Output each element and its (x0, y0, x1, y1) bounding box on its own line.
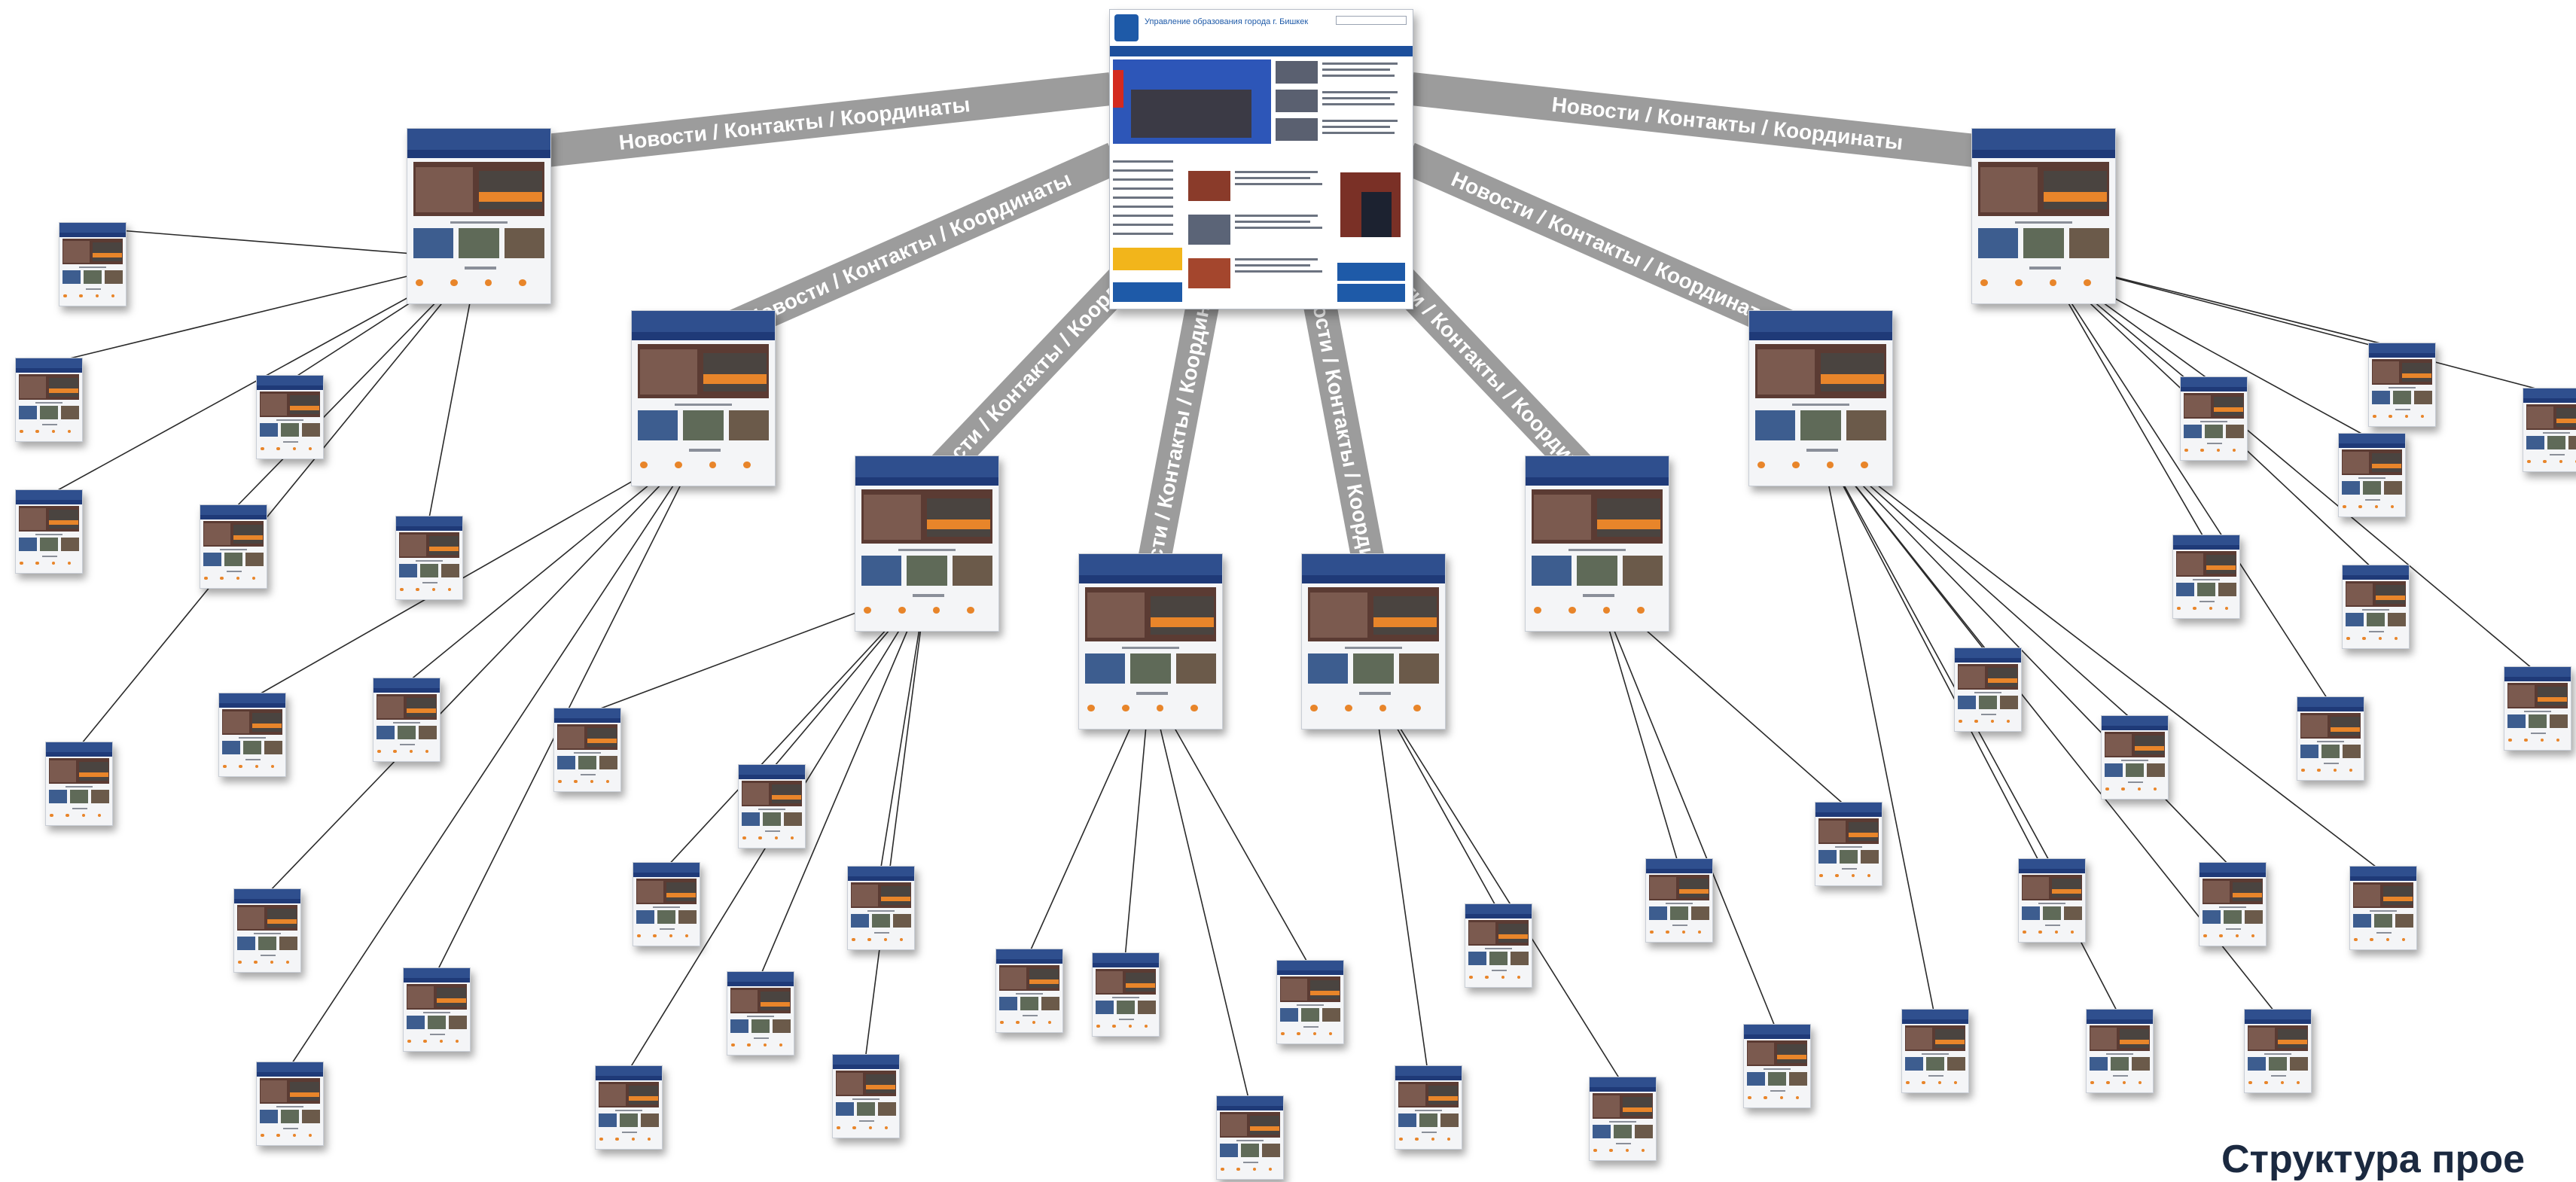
leaf-page-thumbnail[interactable] (595, 1065, 663, 1150)
leaf-page-thumbnail[interactable] (373, 678, 441, 762)
side-banner[interactable] (1337, 284, 1405, 302)
connector-line (1596, 586, 1777, 1031)
section-page-thumbnail[interactable] (855, 455, 999, 632)
section-page-thumbnail[interactable] (631, 310, 776, 486)
leaf-page-thumbnail[interactable] (15, 489, 83, 574)
leaf-page-thumbnail[interactable] (15, 358, 83, 442)
news-thumb[interactable] (1188, 215, 1230, 245)
flag-icon (1113, 70, 1123, 108)
news-item[interactable] (1276, 88, 1408, 114)
connector-line (1372, 684, 1623, 1083)
leaf-page-thumbnail[interactable] (1465, 903, 1532, 988)
side-banner[interactable] (1337, 263, 1405, 281)
news-list (1276, 59, 1408, 144)
connector-line (1149, 684, 1250, 1102)
leaf-page-thumbnail[interactable] (2338, 433, 2406, 517)
leaf-page-thumbnail[interactable] (218, 693, 286, 777)
section-page-thumbnail[interactable] (1525, 455, 1669, 632)
site-logo-icon (1114, 14, 1139, 41)
leaf-page-thumbnail[interactable] (1815, 802, 1882, 886)
site-header: Управление образования города г. Бишкек (1110, 10, 1413, 46)
news-thumb[interactable] (1188, 171, 1230, 201)
side-menu[interactable] (1113, 160, 1181, 251)
leaf-page-thumbnail[interactable] (995, 949, 1063, 1033)
leaf-page-thumbnail[interactable] (395, 516, 463, 600)
leaf-page-thumbnail[interactable] (2180, 376, 2248, 461)
section-page-thumbnail[interactable] (407, 128, 551, 304)
main-site-screenshot[interactable]: Управление образования города г. Бишкек (1109, 9, 1413, 309)
leaf-page-thumbnail[interactable] (1645, 858, 1713, 943)
leaf-page-thumbnail[interactable] (200, 504, 267, 589)
right-column (1334, 160, 1408, 303)
search-input[interactable] (1336, 16, 1407, 25)
leaf-page-thumbnail[interactable] (45, 742, 113, 826)
news-item[interactable] (1276, 117, 1408, 142)
leaf-page-thumbnail[interactable] (2342, 565, 2410, 649)
connector-line (2042, 258, 2331, 703)
connector-line (288, 440, 703, 1068)
portrait-photo (1340, 172, 1401, 237)
leaf-page-thumbnail[interactable] (1743, 1024, 1811, 1108)
promo-banner[interactable] (1113, 248, 1182, 270)
connector-line (1372, 684, 1428, 1072)
leaf-page-thumbnail[interactable] (2504, 666, 2571, 751)
section-page-thumbnail[interactable] (1301, 553, 1446, 730)
section-page-thumbnail[interactable] (1078, 553, 1223, 730)
leaf-page-thumbnail[interactable] (847, 866, 915, 950)
news-thumb[interactable] (1188, 258, 1230, 288)
leaf-page-thumbnail[interactable] (1092, 952, 1160, 1037)
news-item[interactable] (1276, 59, 1408, 85)
leaf-page-thumbnail[interactable] (553, 708, 621, 792)
news-column (1188, 160, 1328, 303)
leaf-page-thumbnail[interactable] (2172, 535, 2240, 619)
leaf-page-thumbnail[interactable] (633, 862, 700, 946)
site-title: Управление образования города г. Бишкек (1145, 17, 1309, 26)
section-page-thumbnail[interactable] (1748, 310, 1893, 486)
leaf-page-thumbnail[interactable] (1954, 647, 2022, 732)
leaf-page-thumbnail[interactable] (233, 888, 301, 973)
leaf-page-thumbnail[interactable] (256, 375, 324, 459)
leaf-page-thumbnail[interactable] (1901, 1009, 1969, 1093)
leaf-page-thumbnail[interactable] (2018, 858, 2086, 943)
leaf-page-thumbnail[interactable] (2086, 1009, 2154, 1093)
band-label: Новости / Контакты / Координаты (742, 167, 1075, 331)
hero-photo-people (1131, 90, 1251, 138)
connector-line (1819, 440, 2383, 873)
leaf-page-thumbnail[interactable] (1589, 1077, 1657, 1161)
slide-title: Структура прое (2221, 1138, 2526, 1181)
leaf-page-thumbnail[interactable] (2244, 1009, 2312, 1093)
connector-line (266, 440, 703, 895)
section-page-thumbnail[interactable] (1971, 128, 2116, 304)
leaf-page-thumbnail[interactable] (2199, 862, 2267, 946)
hero-photo (1113, 59, 1271, 144)
leaf-page-thumbnail[interactable] (2523, 388, 2576, 472)
leaf-page-thumbnail[interactable] (59, 222, 127, 306)
leaf-page-thumbnail[interactable] (1276, 960, 1344, 1044)
info-banner[interactable] (1113, 282, 1182, 302)
leaf-page-thumbnail[interactable] (2349, 866, 2417, 950)
leaf-page-thumbnail[interactable] (738, 764, 806, 848)
band-label: Новости / Контакты / Координаты (1448, 167, 1780, 331)
leaf-page-thumbnail[interactable] (1216, 1095, 1284, 1180)
connector-band: Новости / Контакты / Координаты (1410, 72, 2045, 175)
site-nav-bar[interactable] (1110, 46, 1413, 56)
leaf-page-thumbnail[interactable] (256, 1062, 324, 1146)
connector-band: Новости / Контакты / Координаты (476, 72, 1113, 175)
leaf-page-thumbnail[interactable] (2368, 343, 2436, 427)
leaf-page-thumbnail[interactable] (727, 971, 794, 1056)
connector-line (2042, 258, 2556, 395)
leaf-page-thumbnail[interactable] (832, 1054, 900, 1138)
leaf-page-thumbnail[interactable] (403, 967, 471, 1052)
leaf-page-thumbnail[interactable] (2297, 696, 2364, 781)
leaf-page-thumbnail[interactable] (1395, 1065, 1462, 1150)
leaf-page-thumbnail[interactable] (2101, 715, 2169, 800)
